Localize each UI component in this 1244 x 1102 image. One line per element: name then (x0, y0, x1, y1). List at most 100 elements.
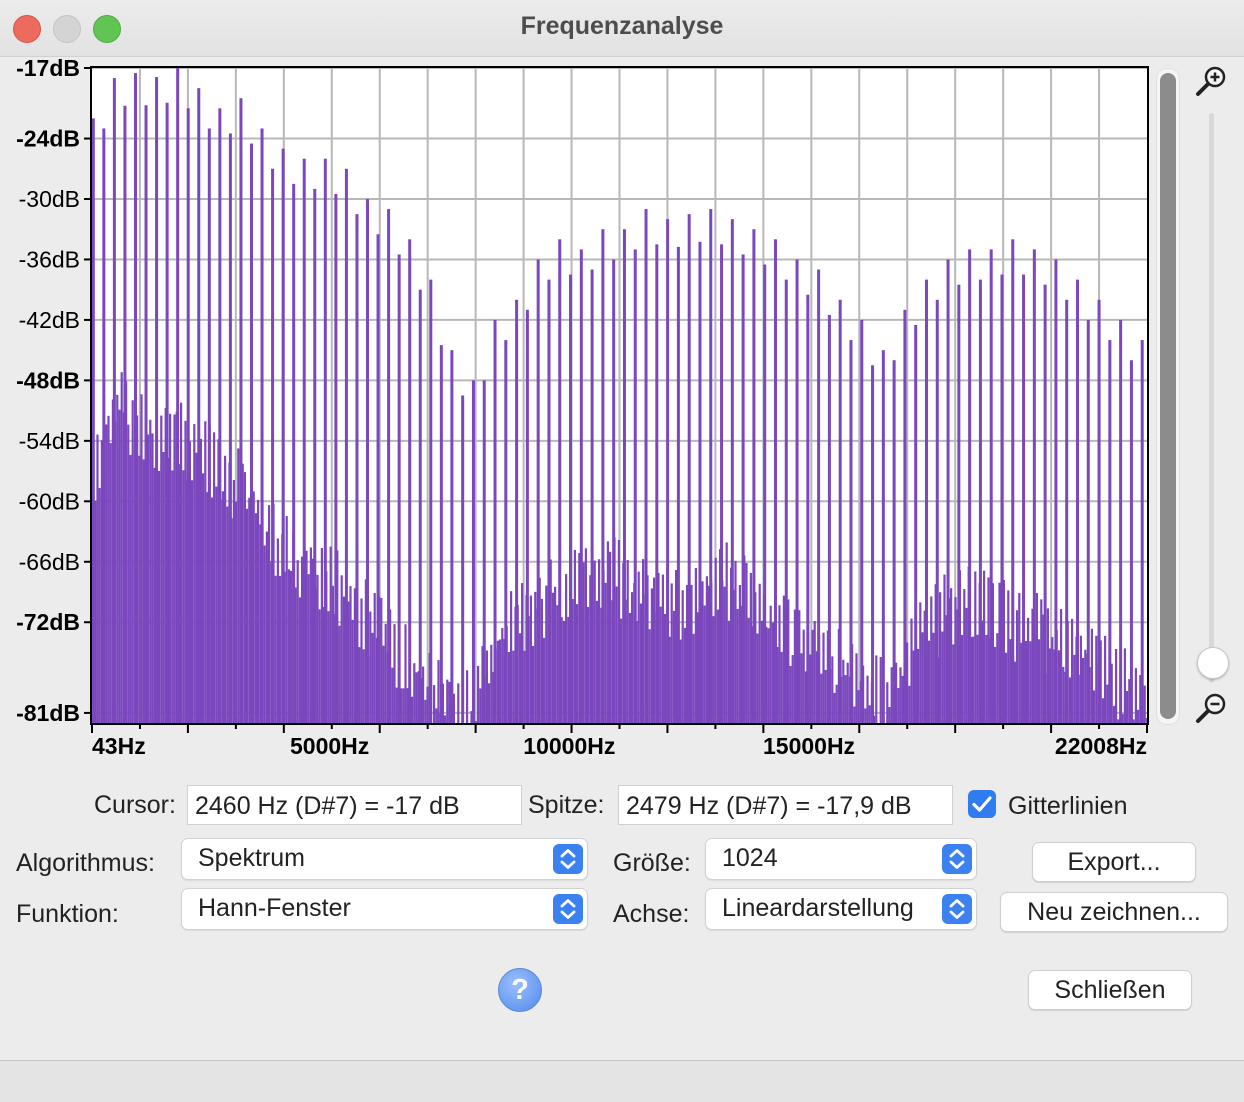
spectrum-peak (827, 314, 831, 723)
zoom-in-icon[interactable] (1194, 63, 1230, 99)
spectrum-peak (1065, 299, 1069, 723)
y-tick-label: -36dB (19, 246, 80, 272)
spectrum-peak (366, 199, 370, 723)
spectrum-peak (1075, 279, 1079, 723)
spectrum-floor-bin (1057, 650, 1060, 723)
spectrum-floor-bin (360, 598, 363, 723)
zoom-slider-track[interactable] (1209, 113, 1214, 683)
spectrum-peak (709, 209, 713, 724)
spectrum-peak (946, 259, 950, 723)
spectrum-peak (547, 279, 551, 723)
cursor-label: Cursor: (94, 791, 176, 819)
size-select[interactable]: 1024 (705, 838, 977, 880)
spectrum-floor-bin (853, 706, 856, 723)
axis-select[interactable]: Lineardarstellung (705, 888, 977, 930)
spectrum-floor-bin (664, 613, 667, 723)
zoom-slider-knob[interactable] (1197, 647, 1229, 679)
peak-field[interactable]: 2479 Hz (D#7) = -17,9 dB (618, 785, 953, 825)
spectrum-floor-bin (994, 646, 997, 723)
x-axis: 43Hz 5000Hz 10000Hz 15000Hz 22008Hz (91, 723, 1148, 759)
spectrum-floor-bin (171, 470, 174, 723)
spectrum-floor-bin (202, 473, 205, 723)
spectrum-peak (752, 229, 756, 723)
spectrum-floor-bin (694, 567, 697, 723)
y-tick-label: -42dB (19, 307, 80, 333)
help-icon[interactable]: ? (498, 968, 542, 1012)
spectrum-floor-bin (932, 632, 935, 723)
spectrum-floor-bin (362, 649, 365, 723)
grid-label[interactable]: Gitterlinien (1008, 792, 1128, 821)
spectrum-floor-bin (435, 708, 438, 723)
spectrum-floor-bin (943, 574, 946, 723)
spectrum-floor-bin (424, 699, 427, 723)
spectrum-floor-bin (193, 424, 196, 723)
spectrum-peak (1108, 340, 1112, 723)
spectrum-peak (493, 319, 497, 723)
spectrum-floor-bin (928, 640, 931, 723)
cursor-field[interactable]: 2460 Hz (D#7) = -17 dB (187, 785, 522, 825)
spectrum-peak (91, 118, 95, 723)
spectrum-floor-bin (320, 548, 323, 723)
spectrum-floor-bin (169, 413, 172, 723)
spectrum-floor-bin (868, 705, 871, 723)
spectrum-floor-bin (391, 667, 394, 723)
spectrum-peak (978, 279, 982, 723)
export-button[interactable]: Export... (1032, 842, 1196, 882)
spectrum-floor-bin (921, 632, 924, 723)
close-button[interactable]: Schließen (1028, 970, 1192, 1010)
spectrum-floor-bin (501, 628, 504, 723)
spectrum-floor-bin (996, 633, 999, 723)
spectrum-floor-bin (265, 531, 268, 723)
spectrum-floor-bin (180, 402, 183, 723)
function-select[interactable]: Hann-Fenster (181, 888, 588, 930)
spectrum-floor-bin (886, 682, 889, 723)
spectrum-floor-bin (813, 621, 816, 723)
spectrum-floor-bin (976, 634, 979, 723)
spectrum-floor-bin (551, 592, 554, 723)
spectrum-floor-bin (587, 606, 590, 723)
zoom-out-icon[interactable] (1194, 690, 1230, 726)
spectrum-floor-bin (734, 560, 737, 723)
spectrum-floor-bin (1027, 617, 1030, 723)
spectrum-floor-bin (479, 688, 482, 723)
grid-checkbox[interactable] (968, 790, 996, 818)
spectrum-floor-bin (941, 631, 944, 723)
spectrum-peak (397, 254, 401, 723)
spectrum-floor-bin (98, 488, 101, 723)
spectrum-floor-bin (866, 675, 869, 723)
spectrum-floor-bin (998, 582, 1001, 723)
spectrum-floor-bin (529, 595, 532, 723)
spectrum-floor-bin (543, 637, 546, 723)
spectrum-floor-bin (140, 394, 143, 723)
chart-scrollbar[interactable] (1156, 68, 1180, 725)
spectrum-floor-bin (1049, 648, 1052, 723)
spectrum-floor-bin (226, 506, 229, 723)
spectrum-floor-bin (1143, 685, 1146, 723)
spectrum-floor-bin (120, 372, 123, 723)
spectrum-floor-bin (565, 574, 568, 723)
redraw-button[interactable]: Neu zeichnen... (1000, 892, 1228, 932)
spectrum-floor-bin (316, 574, 319, 723)
scrollbar-thumb[interactable] (1160, 73, 1176, 719)
spectrum-floor-bin (1082, 657, 1085, 723)
spectrum-floor-bin (769, 605, 772, 723)
spectrum-floor-bin (149, 419, 152, 723)
spectrum-floor-bin (1095, 635, 1098, 723)
spectrum-floor-bin (727, 620, 730, 723)
spectrum-peak (536, 259, 540, 723)
spectrum-floor-bin (939, 592, 942, 723)
spectrum-floor-bin (692, 633, 695, 723)
spectrum-floor-bin (151, 433, 154, 723)
spectrum-peak (313, 188, 317, 723)
spectrum-peak (260, 128, 264, 723)
spectrum-floor-bin (485, 650, 488, 723)
spectrum-peak (102, 128, 106, 723)
spectrum-chart[interactable]: -17dB -24dB -30dB -36dB -42dB -48dB -54dB -60dB… (0, 58, 1156, 763)
spectrum-peak (281, 148, 285, 724)
algorithm-select[interactable]: Spektrum (181, 838, 588, 880)
spectrum-peak (515, 299, 519, 723)
spectrum-floor-bin (116, 394, 119, 723)
spectrum-floor-bin (109, 442, 112, 723)
spectrum-floor-bin (822, 632, 825, 723)
spectrum-floor-bin (963, 589, 966, 723)
